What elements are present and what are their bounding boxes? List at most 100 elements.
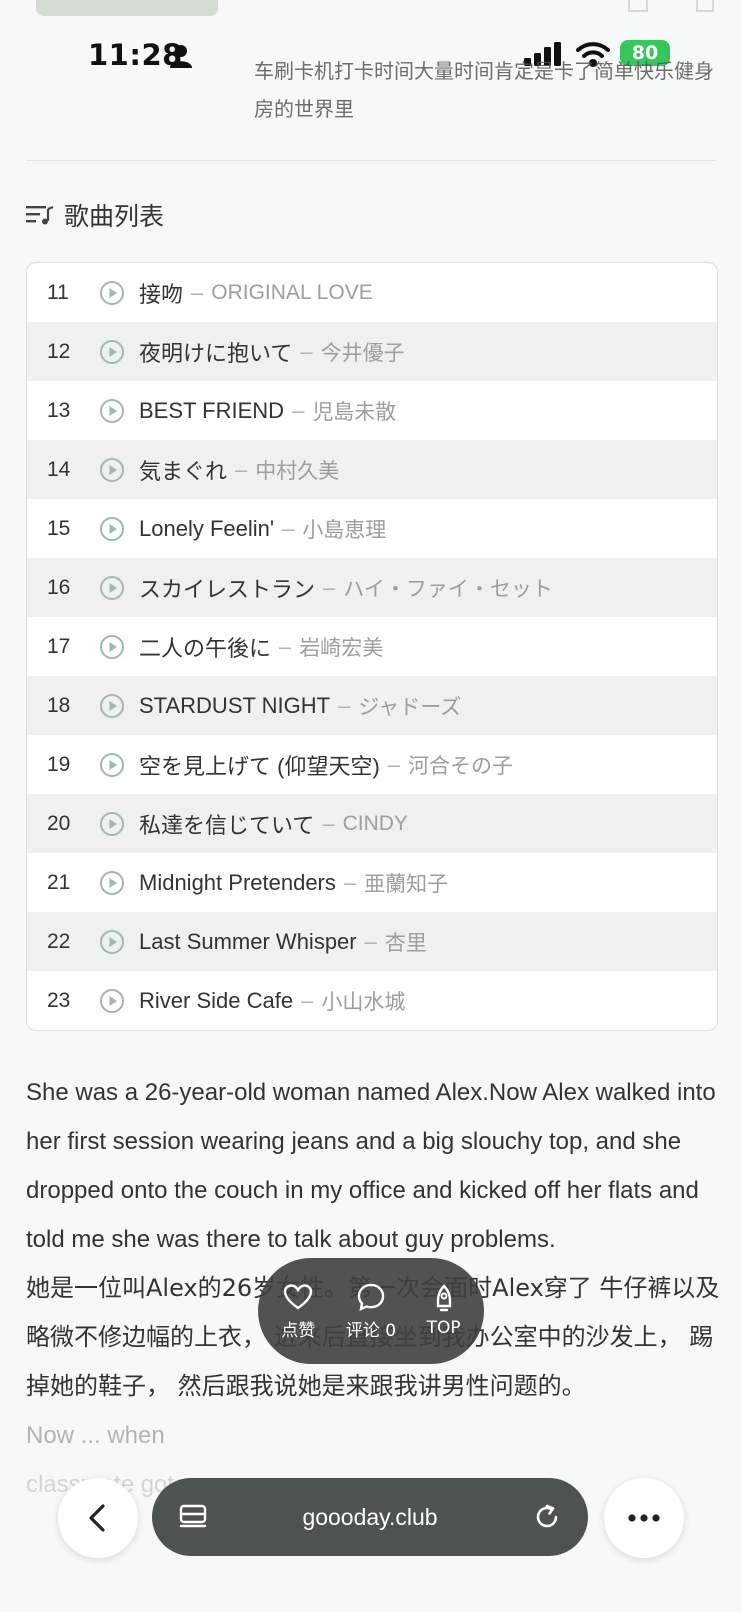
reload-icon[interactable]: [532, 1502, 562, 1532]
play-icon[interactable]: [99, 634, 125, 660]
person-icon: [170, 45, 192, 68]
song-number: 11: [47, 280, 69, 304]
song-title: 気まぐれ: [139, 458, 228, 484]
article-next-line: Now ... when: [26, 1422, 165, 1449]
song-number: 13: [47, 398, 71, 422]
top-button[interactable]: TOP: [427, 1284, 461, 1338]
play-icon[interactable]: [99, 752, 125, 778]
song-row[interactable]: 22 Last Summer Whisper – 杏里: [27, 912, 717, 971]
song-separator: –: [387, 751, 401, 777]
song-separator: –: [323, 574, 336, 600]
play-icon[interactable]: [99, 398, 125, 424]
song-row[interactable]: 16 スカイレストラン – ハイ・ファイ・セット: [27, 558, 717, 617]
song-row[interactable]: 23 River Side Cafe – 小山水城: [27, 971, 717, 1030]
song-separator: –: [235, 456, 248, 482]
share-icon[interactable]: [696, 0, 714, 12]
song-number: 16: [47, 575, 71, 599]
song-artist: 岩崎宏美: [299, 636, 384, 660]
song-number: 21: [47, 870, 71, 894]
reader-icon[interactable]: [178, 1502, 208, 1532]
play-icon[interactable]: [99, 575, 125, 601]
song-separator: –: [191, 279, 204, 305]
song-artist: 今井優子: [320, 341, 405, 365]
song-row[interactable]: 20 私達を信じていて – CINDY: [27, 794, 717, 853]
song-title: 接吻: [139, 281, 184, 307]
song-number: 20: [47, 811, 71, 835]
bookmark-icon[interactable]: [628, 0, 648, 12]
rocket-icon: [436, 1284, 451, 1312]
song-separator: –: [279, 633, 292, 659]
song-title: 夜明けに抱いて: [139, 340, 293, 366]
song-row[interactable]: 11 接吻 – ORIGINAL LOVE: [27, 263, 717, 322]
song-artist: 小島恵理: [302, 518, 387, 542]
song-separator: –: [322, 810, 335, 836]
more-button[interactable]: [604, 1478, 684, 1558]
comment-icon: [357, 1283, 385, 1311]
song-title: Lonely Feelin': [139, 515, 275, 541]
playlist-header: 歌曲列表: [26, 198, 164, 232]
play-icon[interactable]: [99, 929, 125, 955]
song-title: STARDUST NIGHT: [139, 692, 331, 718]
song-separator: –: [300, 338, 313, 364]
song-number: 15: [47, 516, 71, 540]
song-artist: 亜蘭知子: [364, 872, 449, 896]
song-list: 11 接吻 – ORIGINAL LOVE 12 夜明けに抱いて – 今井優子 13 BEST F…: [26, 262, 718, 1031]
play-icon[interactable]: [99, 280, 125, 306]
song-artist: ジャドーズ: [358, 695, 462, 719]
comment-button[interactable]: 评论 0: [346, 1282, 396, 1341]
song-title: 空を見上げて (仰望天空): [139, 753, 380, 779]
play-icon[interactable]: [99, 988, 125, 1014]
song-number: 17: [47, 634, 71, 658]
song-title: 二人の午後に: [139, 635, 272, 661]
song-title: Midnight Pretenders: [139, 869, 336, 895]
song-number: 22: [47, 929, 71, 953]
action-pill: 点赞 评论 0 TOP: [258, 1258, 484, 1364]
song-title: 私達を信じていて: [139, 812, 315, 838]
song-separator: –: [301, 987, 314, 1013]
play-icon[interactable]: [99, 339, 125, 365]
song-number: 18: [47, 693, 71, 717]
like-button[interactable]: 点赞: [281, 1282, 315, 1341]
song-separator: –: [282, 515, 295, 541]
intro-text: 车刷卡机打卡时间大量时间肯定是卡了简单快乐健身房的世界里: [254, 59, 714, 121]
play-icon[interactable]: [99, 870, 125, 896]
song-separator: –: [343, 869, 357, 895]
song-row[interactable]: 14 気まぐれ – 中村久美: [27, 440, 717, 499]
song-artist: 小山水城: [321, 990, 406, 1014]
song-title: River Side Cafe: [139, 987, 294, 1013]
article-paragraph-en: She was a 26-year-old woman named Alex.N…: [26, 1079, 716, 1253]
song-row[interactable]: 15 Lonely Feelin' – 小島恵理: [27, 499, 717, 558]
song-row[interactable]: 21 Midnight Pretenders – 亜蘭知子: [27, 853, 717, 912]
playlist-title: 歌曲列表: [64, 202, 165, 231]
like-label: 点赞: [281, 1320, 316, 1341]
top-thumbnail: [36, 0, 218, 16]
song-row[interactable]: 12 夜明けに抱いて – 今井優子: [27, 322, 717, 381]
heart-icon: [284, 1283, 313, 1309]
address-bar[interactable]: goooday.club: [152, 1478, 588, 1556]
song-title: スカイレストラン: [139, 576, 316, 602]
song-number: 12: [47, 339, 71, 363]
status-time: 11:28: [88, 38, 183, 72]
song-number: 19: [47, 752, 71, 776]
song-artist: 中村久美: [255, 459, 340, 483]
song-artist: ハイ・ファイ・セット: [343, 577, 553, 601]
comment-label: 评论 0: [345, 1320, 397, 1341]
play-icon[interactable]: [99, 811, 125, 837]
song-title: BEST FRIEND: [139, 397, 285, 423]
song-artist: 杏里: [384, 931, 427, 955]
play-icon[interactable]: [99, 693, 125, 719]
back-button[interactable]: [58, 1478, 138, 1558]
url-text[interactable]: goooday.club: [208, 1504, 532, 1531]
play-icon[interactable]: [99, 516, 125, 542]
play-icon[interactable]: [99, 457, 125, 483]
song-title: Last Summer Whisper: [139, 928, 357, 954]
song-artist: 児島未散: [312, 400, 397, 424]
song-row[interactable]: 17 二人の午後に – 岩崎宏美: [27, 617, 717, 676]
song-separator: –: [364, 928, 377, 954]
divider: [26, 160, 716, 161]
song-separator: –: [338, 692, 351, 718]
song-row[interactable]: 13 BEST FRIEND – 児島未散: [27, 381, 717, 440]
song-row[interactable]: 19 空を見上げて (仰望天空) – 河合その子: [27, 735, 717, 794]
song-row[interactable]: 18 STARDUST NIGHT – ジャドーズ: [27, 676, 717, 735]
more-icon: [628, 1514, 660, 1522]
